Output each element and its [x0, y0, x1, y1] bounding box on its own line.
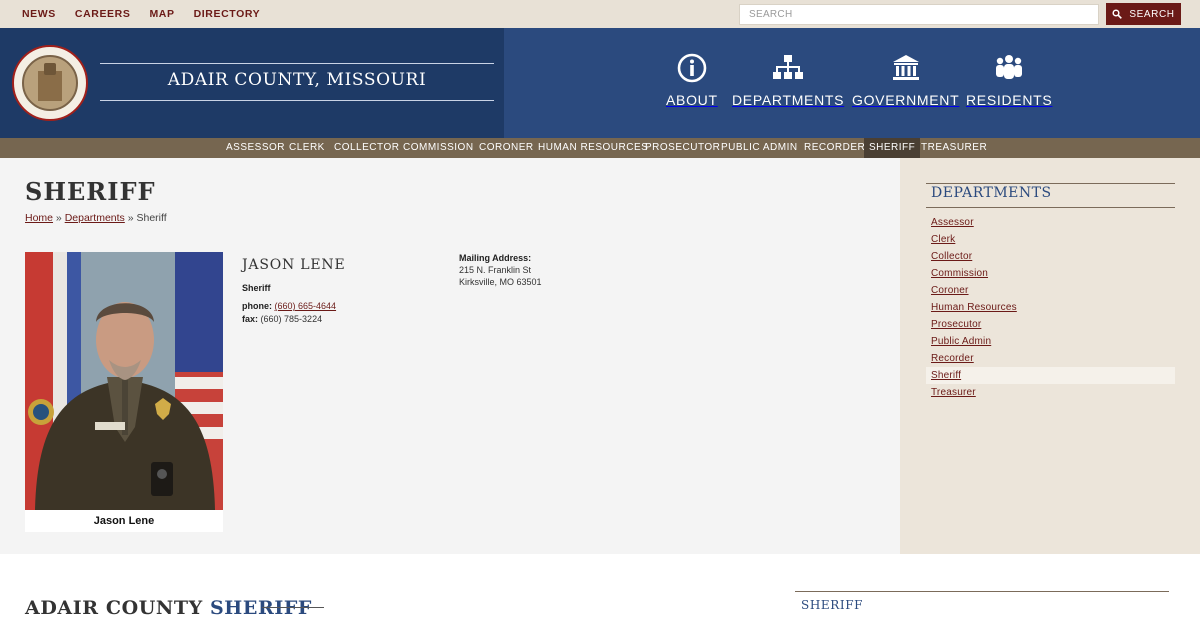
dept-strip-clerk[interactable]: CLERK	[289, 138, 325, 158]
sheriff-photo: Jason Lene	[25, 252, 223, 532]
search-icon	[1112, 9, 1123, 19]
official-role: Sheriff	[242, 283, 271, 293]
sidebar-item-collector[interactable]: Collector	[926, 248, 1175, 265]
department-strip-nav: ASSESSOR CLERK COLLECTOR COMMISSION CORO…	[0, 138, 1200, 158]
fax-line: fax: (660) 785-3224	[242, 314, 322, 324]
breadcrumb: Home » Departments » Sheriff	[25, 212, 167, 224]
search-button-label: SEARCH	[1129, 8, 1175, 20]
dept-strip-coroner[interactable]: CORONER	[479, 138, 534, 158]
breadcrumb-separator: »	[124, 212, 137, 224]
dept-strip-public-admin[interactable]: PUBLIC ADMIN	[721, 138, 798, 158]
main-nav-label: RESIDENTS	[966, 92, 1053, 108]
dept-strip-sheriff[interactable]: SHERIFF	[864, 138, 921, 158]
breadcrumb-departments-link[interactable]: Departments	[65, 212, 125, 224]
sidebar-item-commission[interactable]: Commission	[926, 265, 1175, 282]
org-chart-icon	[772, 52, 804, 84]
sidebar-item-treasurer[interactable]: Treasurer	[926, 384, 1175, 401]
sidebar-title: DEPARTMENTS	[931, 185, 1052, 201]
dept-strip-recorder[interactable]: RECORDER	[804, 138, 865, 158]
sidebar-rule-top	[926, 183, 1175, 184]
people-icon	[993, 52, 1025, 84]
main-nav-government[interactable]: GOVERNMENT	[852, 52, 959, 108]
dept-strip-treasurer[interactable]: TREASURER	[921, 138, 987, 158]
official-name: JASON LENE	[242, 257, 346, 273]
phone-line: phone: (660) 665-4644	[242, 301, 336, 311]
phone-label: phone:	[242, 301, 272, 311]
search-input[interactable]	[739, 4, 1099, 25]
main-nav-label: GOVERNMENT	[852, 92, 960, 108]
dept-strip-human-resources[interactable]: HUMAN RESOURCES	[538, 138, 648, 158]
section-heading-prefix: ADAIR COUNTY	[25, 597, 210, 619]
fax-label: fax:	[242, 314, 259, 324]
seal-emblem	[22, 55, 78, 111]
lower-sidebar-rule	[795, 591, 1169, 592]
page-title: SHERIFF	[25, 177, 156, 206]
section-heading: ADAIR COUNTY SHERIFF	[25, 597, 312, 619]
address-line-2: Kirksville, MO 63501	[459, 277, 542, 287]
dept-strip-prosecutor[interactable]: PROSECUTOR	[645, 138, 720, 158]
county-seal-logo[interactable]	[12, 45, 88, 121]
utility-link-careers[interactable]: CAREERS	[75, 8, 131, 20]
phone-link[interactable]: (660) 665-4644	[275, 301, 337, 311]
main-nav-departments[interactable]: DEPARTMENTS	[732, 52, 844, 108]
lower-sidebar-title: SHERIFF	[801, 598, 864, 612]
utility-link-map[interactable]: MAP	[149, 8, 174, 20]
sidebar-item-assessor[interactable]: Assessor	[926, 214, 1175, 231]
fax-number: (660) 785-3224	[260, 314, 323, 324]
main-nav-residents[interactable]: RESIDENTS	[966, 52, 1052, 108]
sidebar-item-clerk[interactable]: Clerk	[926, 231, 1175, 248]
main-nav-label: DEPARTMENTS	[732, 92, 845, 108]
dept-strip-collector[interactable]: COLLECTOR	[334, 138, 399, 158]
capitol-building-icon	[890, 52, 922, 84]
main-nav-about[interactable]: ABOUT	[666, 52, 718, 108]
sidebar-rule-bottom	[926, 207, 1175, 208]
utility-nav: NEWS CAREERS MAP DIRECTORY	[22, 0, 260, 28]
sidebar-item-sheriff[interactable]: Sheriff	[926, 367, 1175, 384]
section-heading-rule	[262, 607, 324, 608]
breadcrumb-current: Sheriff	[136, 212, 167, 224]
sheriff-portrait-image	[25, 252, 223, 510]
info-icon	[676, 52, 708, 84]
breadcrumb-home-link[interactable]: Home	[25, 212, 53, 224]
breadcrumb-separator: »	[53, 212, 65, 224]
main-nav-label: ABOUT	[666, 92, 718, 108]
search-button[interactable]: SEARCH	[1106, 3, 1181, 25]
title-rule-top	[100, 63, 494, 64]
title-rule-bottom	[100, 100, 494, 101]
address-line-1: 215 N. Franklin St	[459, 265, 532, 275]
photo-caption: Jason Lene	[93, 515, 155, 527]
sidebar-item-prosecutor[interactable]: Prosecutor	[926, 316, 1175, 333]
mailing-address-label: Mailing Address:	[459, 253, 532, 263]
sidebar-item-public-admin[interactable]: Public Admin	[926, 333, 1175, 350]
site-title[interactable]: ADAIR COUNTY, MISSOURI	[100, 70, 494, 90]
utility-link-directory[interactable]: DIRECTORY	[194, 8, 261, 20]
section-heading-accent: SHERIFF	[209, 597, 312, 619]
sidebar-department-list: Assessor Clerk Collector Commission Coro…	[926, 214, 1175, 401]
sidebar-item-recorder[interactable]: Recorder	[926, 350, 1175, 367]
utility-link-news[interactable]: NEWS	[22, 8, 56, 20]
sidebar-item-coroner[interactable]: Coroner	[926, 282, 1175, 299]
sidebar-item-human-resources[interactable]: Human Resources	[926, 299, 1175, 316]
dept-strip-assessor[interactable]: ASSESSOR	[226, 138, 285, 158]
dept-strip-commission[interactable]: COMMISSION	[403, 138, 474, 158]
